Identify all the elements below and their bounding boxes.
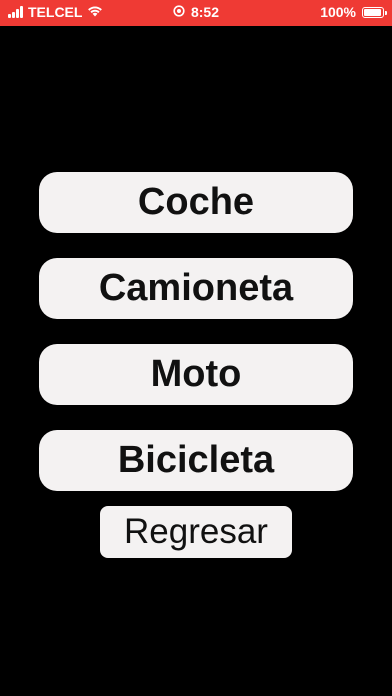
battery-percent: 100% [320,4,356,20]
location-icon [173,4,185,20]
camioneta-button[interactable]: Camioneta [39,258,353,319]
coche-button[interactable]: Coche [39,172,353,233]
moto-button[interactable]: Moto [39,344,353,405]
bicicleta-button[interactable]: Bicicleta [39,430,353,491]
app-screen: TELCEL 8:52 100% Coche Camioneta Moto Bi… [0,0,392,696]
battery-icon [362,6,387,18]
battery-fill [364,8,381,16]
status-bar: TELCEL 8:52 100% [0,0,392,26]
status-right: 100% [320,4,387,20]
regresar-button[interactable]: Regresar [100,506,292,558]
status-time: 8:52 [190,4,220,20]
